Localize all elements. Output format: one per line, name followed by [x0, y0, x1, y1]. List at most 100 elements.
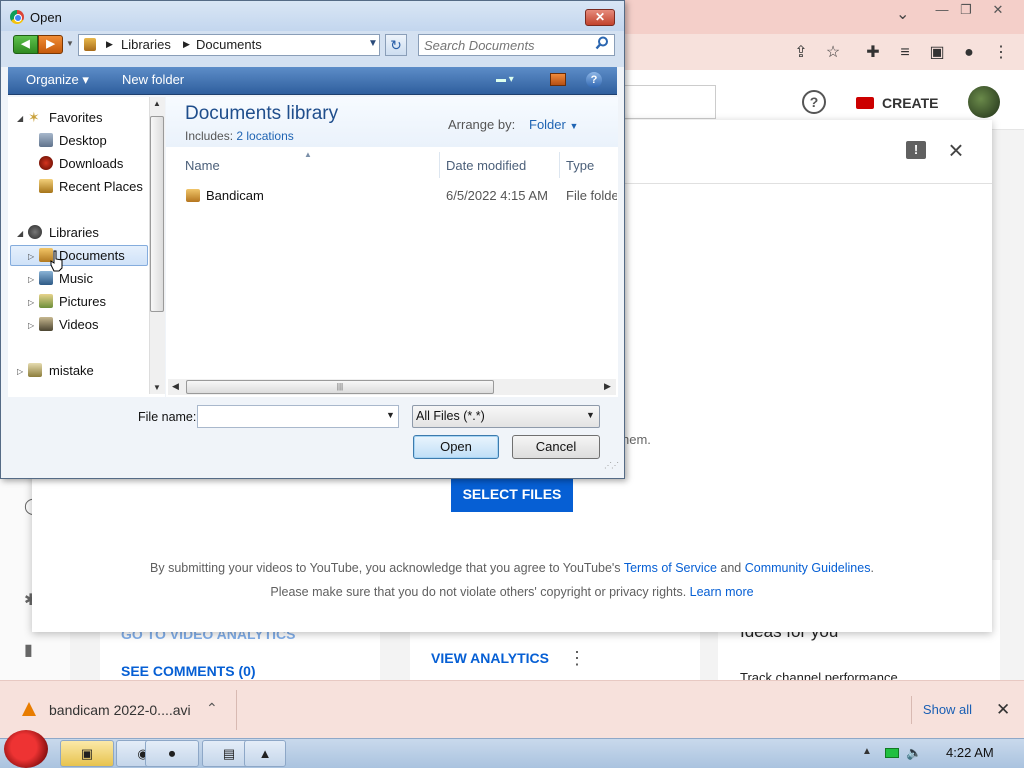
restore-button[interactable]: ❐	[952, 2, 980, 18]
folder-icon	[186, 189, 200, 202]
sidebar-item-pictures[interactable]: Pictures	[59, 294, 106, 309]
close-icon[interactable]: ✕	[996, 700, 1010, 720]
cancel-button[interactable]: Cancel	[512, 435, 600, 459]
taskbar-vlc-icon[interactable]: ▲	[244, 740, 286, 767]
taskbar-record-icon[interactable]: ⏺	[145, 740, 199, 767]
change-view-icon[interactable]: ▬ ▾	[496, 74, 518, 88]
organize-button[interactable]: Organize ▾	[26, 72, 89, 88]
sidebar-item-libraries[interactable]: Libraries	[49, 225, 99, 240]
expand-arrow-icon[interactable]: ▷	[28, 298, 34, 307]
select-files-button[interactable]: SELECT FILES	[451, 476, 573, 512]
horizontal-scroll-thumb[interactable]: |||	[186, 380, 494, 394]
scroll-left-icon[interactable]: ◀	[172, 381, 179, 392]
battery-icon[interactable]	[885, 748, 899, 758]
nav-scroll-thumb[interactable]	[150, 116, 164, 312]
column-divider[interactable]	[439, 152, 440, 178]
sidebar-item-videos[interactable]: Videos	[59, 317, 99, 332]
taskbar-clock[interactable]: 4:22 AM	[946, 745, 994, 760]
file-name-label: File name:	[138, 410, 197, 424]
star-icon[interactable]: ☆	[822, 42, 844, 64]
resize-grip[interactable]: ⋰⋰	[604, 461, 619, 470]
file-name-input[interactable]	[201, 408, 381, 425]
sidepanel-icon[interactable]: ▣	[926, 42, 948, 64]
profile-icon[interactable]: ●	[958, 42, 980, 64]
search-icon[interactable]	[595, 36, 609, 50]
create-button[interactable]: CREATE	[848, 87, 952, 119]
view-analytics-link[interactable]: VIEW ANALYTICS	[431, 650, 549, 666]
expand-arrow-icon[interactable]: ▷	[28, 321, 34, 330]
dialog-close-button[interactable]: ✕	[585, 9, 615, 26]
help-icon[interactable]: ?	[586, 72, 602, 88]
upload-hint-subtext: hem.	[622, 432, 651, 447]
speaker-icon[interactable]: 🔈	[906, 745, 922, 761]
sort-ascending-icon: ▲	[304, 150, 312, 159]
feedback-rail-icon[interactable]: ▮	[24, 640, 46, 662]
expand-arrow-icon[interactable]: ▷	[28, 252, 34, 261]
terms-and: and	[716, 561, 745, 575]
feedback-icon[interactable]: !	[906, 141, 926, 159]
arrange-by-label: Arrange by:	[448, 117, 516, 132]
browser-close-button[interactable]: ✕	[984, 2, 1012, 18]
menu-icon[interactable]: ⋮	[990, 42, 1012, 64]
learn-more-link[interactable]: Learn more	[690, 585, 754, 599]
sidebar-item-mistake[interactable]: mistake	[49, 363, 94, 378]
hand-cursor-icon	[50, 250, 63, 272]
column-header-date-modified[interactable]: Date modified	[446, 158, 526, 173]
sidebar-item-recent-places[interactable]: Recent Places	[59, 179, 143, 194]
refresh-button[interactable]: ↻	[385, 34, 407, 56]
help-icon[interactable]: ?	[802, 90, 826, 114]
locations-link[interactable]: 2 locations	[236, 129, 293, 143]
download-item[interactable]: bandicam 2022-0....avi	[49, 702, 191, 718]
sidebar-item-favorites[interactable]: Favorites	[49, 110, 102, 125]
sidebar-item-desktop[interactable]: Desktop	[59, 133, 107, 148]
community-guidelines-link[interactable]: Community Guidelines	[745, 561, 871, 575]
see-comments-link[interactable]: SEE COMMENTS (0)	[121, 663, 256, 679]
address-dropdown[interactable]: ▼	[368, 38, 378, 49]
share-icon[interactable]: ⇪	[790, 42, 812, 64]
videos-icon	[39, 317, 53, 331]
extensions-icon[interactable]: ✚	[862, 42, 884, 64]
tray-expand-icon[interactable]: ▲	[862, 746, 872, 757]
scroll-up-icon[interactable]: ▲	[153, 99, 161, 108]
column-divider[interactable]	[559, 152, 560, 178]
start-button-icon[interactable]	[4, 730, 48, 768]
file-name-dropdown[interactable]: ▼	[386, 410, 395, 420]
copyright-notice: Please make sure that you do not violate…	[32, 585, 992, 599]
breadcrumb-libraries[interactable]: Libraries	[121, 37, 171, 52]
expand-arrow-icon[interactable]: ▷	[17, 367, 23, 376]
forward-button[interactable]: ▶	[38, 35, 63, 54]
collapse-arrow-icon[interactable]: ◢	[17, 114, 23, 123]
open-button[interactable]: Open	[413, 435, 499, 459]
search-input[interactable]	[424, 37, 590, 53]
sidebar-item-documents[interactable]: Documents	[59, 248, 125, 263]
expand-arrow-icon[interactable]: ▷	[28, 275, 34, 284]
sidebar-item-music[interactable]: Music	[59, 271, 93, 286]
new-folder-button[interactable]: New folder	[122, 72, 184, 87]
collapse-arrow-icon[interactable]: ◢	[17, 229, 23, 238]
breadcrumb-documents[interactable]: Documents	[196, 37, 262, 52]
scroll-down-icon[interactable]: ▼	[153, 383, 161, 392]
breadcrumb-arrow-icon[interactable]: ▶	[106, 39, 113, 50]
recent-locations-dropdown[interactable]: ▼	[66, 39, 74, 48]
show-all-button[interactable]: Show all	[911, 696, 983, 724]
terms-notice: By submitting your videos to YouTube, yo…	[32, 561, 992, 575]
back-button[interactable]: ◀	[13, 35, 38, 54]
file-name-cell[interactable]: Bandicam	[206, 188, 264, 203]
file-type-dropdown-icon[interactable]: ▼	[586, 410, 595, 420]
taskbar-explorer-icon[interactable]: ▣	[60, 740, 114, 767]
breadcrumb-arrow-icon[interactable]: ▶	[183, 39, 190, 50]
dialog-titlebar[interactable]	[1, 1, 624, 31]
column-header-type[interactable]: Type	[566, 158, 594, 173]
close-icon[interactable]: ×	[944, 137, 968, 163]
preview-pane-icon[interactable]	[550, 73, 566, 86]
terms-of-service-link[interactable]: Terms of Service	[624, 561, 717, 575]
sidebar-item-downloads[interactable]: Downloads	[59, 156, 123, 171]
scroll-right-icon[interactable]: ▶	[604, 381, 611, 392]
more-options-icon[interactable]: ⋮	[568, 648, 586, 668]
arrange-by-dropdown[interactable]: Folder ▼	[529, 117, 578, 132]
avatar[interactable]	[968, 86, 1000, 118]
media-icon[interactable]: ≡	[894, 42, 916, 64]
column-header-name[interactable]: Name	[185, 158, 220, 173]
chevron-up-icon[interactable]: ⌃	[206, 700, 218, 717]
tab-search-chevron[interactable]: ⌄	[896, 4, 909, 24]
